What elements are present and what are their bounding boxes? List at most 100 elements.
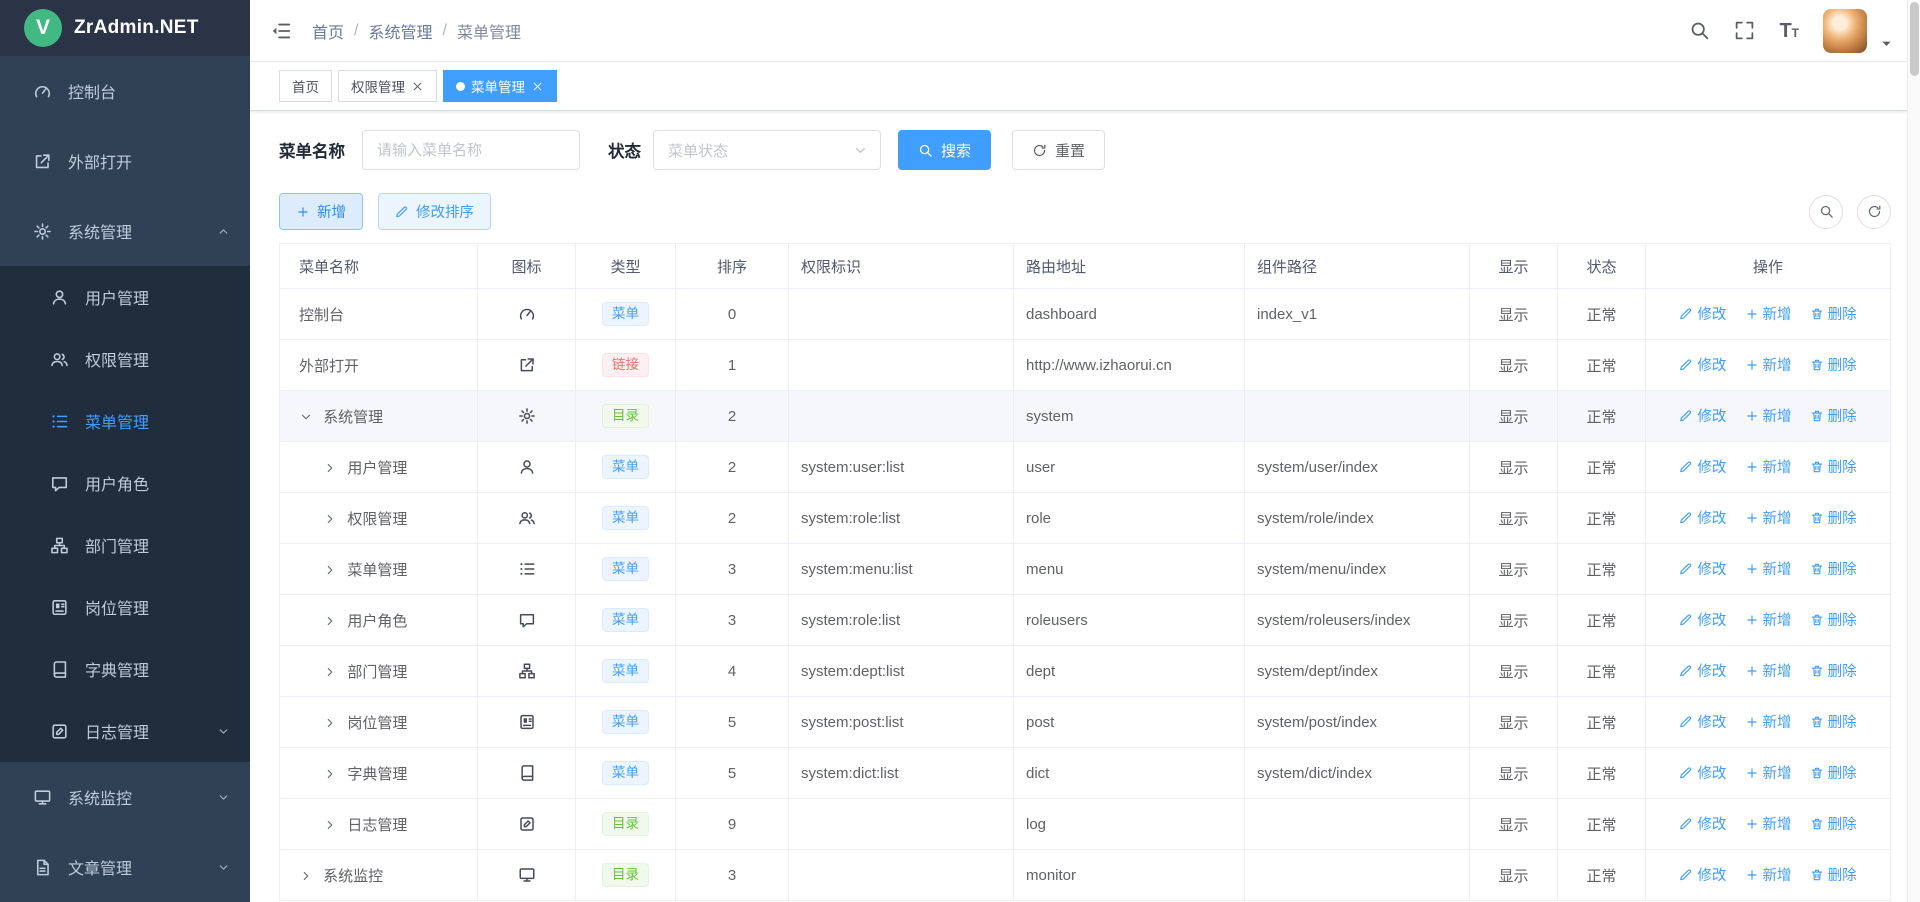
- sidebar-item-menu[interactable]: 菜单管理: [0, 390, 250, 452]
- add-menu-button[interactable]: 新增: [279, 193, 363, 230]
- app-logo[interactable]: V ZrAdmin.NET: [0, 0, 250, 56]
- table-row[interactable]: 字典管理 菜单 5 system:dict:list dict system/d…: [280, 748, 1891, 799]
- delete-button[interactable]: 删除: [1810, 813, 1857, 834]
- add-button[interactable]: 新增: [1745, 405, 1792, 426]
- sidebar-item-label: 日志管理: [85, 719, 149, 743]
- edit-button[interactable]: 修改: [1679, 660, 1726, 681]
- status-select[interactable]: 菜单状态: [653, 130, 881, 170]
- breadcrumb-item-system[interactable]: 系统管理: [368, 19, 432, 43]
- sidebar-item-log[interactable]: 日志管理: [0, 700, 250, 762]
- sidebar-item-dept[interactable]: 部门管理: [0, 514, 250, 576]
- refresh-table-button[interactable]: [1857, 195, 1891, 229]
- table-row[interactable]: 岗位管理 菜单 5 system:post:list post system/p…: [280, 697, 1891, 748]
- edit-button[interactable]: 修改: [1679, 507, 1726, 528]
- tab-label: 权限管理: [351, 76, 405, 96]
- caret-down-icon[interactable]: [1879, 36, 1894, 51]
- sidebar-item-external[interactable]: 外部打开: [0, 126, 250, 196]
- delete-button[interactable]: 删除: [1810, 303, 1857, 324]
- add-button[interactable]: 新增: [1745, 303, 1792, 324]
- sidebar-fold-icon[interactable]: [270, 20, 292, 42]
- edit-button[interactable]: 修改: [1679, 354, 1726, 375]
- tab-role[interactable]: 权限管理: [338, 70, 437, 102]
- table-row[interactable]: 用户管理 菜单 2 system:user:list user system/u…: [280, 442, 1891, 493]
- expand-row-icon[interactable]: [323, 563, 343, 577]
- edit-button[interactable]: 修改: [1679, 303, 1726, 324]
- edit-button[interactable]: 修改: [1679, 558, 1726, 579]
- table-row[interactable]: 权限管理 菜单 2 system:role:list role system/r…: [280, 493, 1891, 544]
- edit-button[interactable]: 修改: [1679, 456, 1726, 477]
- edit-button[interactable]: 修改: [1679, 813, 1726, 834]
- edit-button[interactable]: 修改: [1679, 609, 1726, 630]
- sidebar-item-post[interactable]: 岗位管理: [0, 576, 250, 638]
- table-row[interactable]: 菜单管理 菜单 3 system:menu:list menu system/m…: [280, 544, 1891, 595]
- add-button[interactable]: 新增: [1745, 456, 1792, 477]
- menu-name: 控制台: [299, 307, 344, 324]
- delete-button[interactable]: 删除: [1810, 507, 1857, 528]
- user-avatar[interactable]: [1823, 9, 1867, 53]
- edit-button[interactable]: 修改: [1679, 405, 1726, 426]
- sidebar-item-system[interactable]: 系统管理: [0, 196, 250, 266]
- expand-row-icon[interactable]: [323, 614, 343, 628]
- add-button[interactable]: 新增: [1745, 558, 1792, 579]
- fullscreen-icon[interactable]: [1734, 20, 1755, 41]
- add-button[interactable]: 新增: [1745, 864, 1792, 885]
- table-row[interactable]: 日志管理 目录 9 log 显示 正常 修改: [280, 799, 1891, 850]
- table-row[interactable]: 部门管理 菜单 4 system:dept:list dept system/d…: [280, 646, 1891, 697]
- edit-button[interactable]: 修改: [1679, 762, 1726, 783]
- sidebar-item-roleusers[interactable]: 用户角色: [0, 452, 250, 514]
- breadcrumb-item-home[interactable]: 首页: [312, 19, 344, 43]
- scrollbar-thumb[interactable]: [1910, 2, 1919, 76]
- table-row[interactable]: 外部打开 链接 1 http://www.izhaorui.cn 显示 正常 修…: [280, 340, 1891, 391]
- delete-button[interactable]: 删除: [1810, 711, 1857, 732]
- table-row[interactable]: 用户角色 菜单 3 system:role:list roleusers sys…: [280, 595, 1891, 646]
- add-button[interactable]: 新增: [1745, 354, 1792, 375]
- reset-button[interactable]: 重置: [1012, 130, 1105, 170]
- delete-button[interactable]: 删除: [1810, 558, 1857, 579]
- delete-button[interactable]: 删除: [1810, 660, 1857, 681]
- expand-row-icon[interactable]: [323, 818, 343, 832]
- delete-button[interactable]: 删除: [1810, 864, 1857, 885]
- collapse-row-icon[interactable]: [299, 410, 319, 424]
- delete-button[interactable]: 删除: [1810, 456, 1857, 477]
- expand-row-icon[interactable]: [323, 512, 343, 526]
- sidebar-item-user[interactable]: 用户管理: [0, 266, 250, 328]
- table-row[interactable]: 系统管理 目录 2 system 显示 正常 修改: [280, 391, 1891, 442]
- close-icon[interactable]: [531, 80, 544, 93]
- edit-button[interactable]: 修改: [1679, 711, 1726, 732]
- expand-row-icon[interactable]: [323, 665, 343, 679]
- add-button[interactable]: 新增: [1745, 609, 1792, 630]
- add-button[interactable]: 新增: [1745, 762, 1792, 783]
- expand-row-icon[interactable]: [323, 767, 343, 781]
- add-button[interactable]: 新增: [1745, 507, 1792, 528]
- delete-button[interactable]: 删除: [1810, 609, 1857, 630]
- menu-name-input[interactable]: [362, 130, 580, 170]
- expand-row-icon[interactable]: [323, 461, 343, 475]
- delete-button[interactable]: 删除: [1810, 354, 1857, 375]
- chevron-down-icon: [217, 725, 230, 738]
- page-scrollbar[interactable]: [1907, 0, 1920, 902]
- delete-button[interactable]: 删除: [1810, 762, 1857, 783]
- sidebar-item-article[interactable]: 文章管理: [0, 832, 250, 902]
- reset-button-label: 重置: [1055, 140, 1085, 161]
- tab-home[interactable]: 首页: [279, 70, 332, 102]
- search-button[interactable]: 搜索: [898, 130, 991, 170]
- expand-row-icon[interactable]: [323, 716, 343, 730]
- expand-row-icon[interactable]: [299, 869, 319, 883]
- sidebar-item-dict[interactable]: 字典管理: [0, 638, 250, 700]
- add-button[interactable]: 新增: [1745, 813, 1792, 834]
- edit-sort-button[interactable]: 修改排序: [378, 193, 491, 230]
- delete-button[interactable]: 删除: [1810, 405, 1857, 426]
- sidebar-item-role[interactable]: 权限管理: [0, 328, 250, 390]
- sidebar-item-monitor[interactable]: 系统监控: [0, 762, 250, 832]
- search-icon[interactable]: [1689, 20, 1710, 41]
- add-button[interactable]: 新增: [1745, 711, 1792, 732]
- tab-menu[interactable]: 菜单管理: [443, 70, 557, 102]
- show-search-toggle-button[interactable]: [1809, 195, 1843, 229]
- close-icon[interactable]: [411, 80, 424, 93]
- edit-button[interactable]: 修改: [1679, 864, 1726, 885]
- sidebar-item-dashboard[interactable]: 控制台: [0, 56, 250, 126]
- font-size-icon[interactable]: TT: [1779, 21, 1799, 41]
- table-row[interactable]: 系统监控 目录 3 monitor 显示 正常 修改: [280, 850, 1891, 901]
- table-row[interactable]: 控制台 菜单 0 dashboard index_v1 显示 正常 修改 新增: [280, 289, 1891, 340]
- add-button[interactable]: 新增: [1745, 660, 1792, 681]
